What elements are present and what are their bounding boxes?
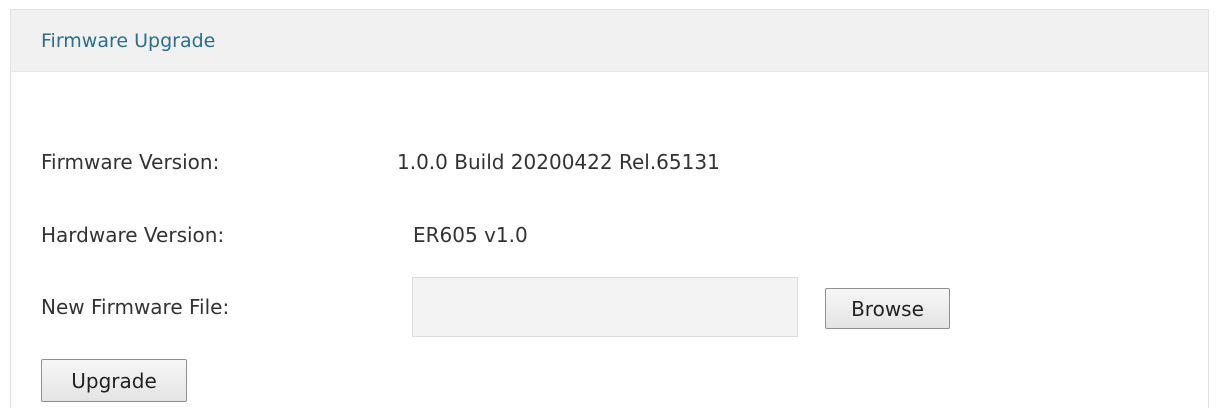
panel-header: Firmware Upgrade — [11, 10, 1208, 72]
hardware-version-value: ER605 v1.0 — [413, 223, 528, 247]
new-firmware-file-label: New Firmware File: — [41, 295, 230, 319]
upgrade-button[interactable]: Upgrade — [41, 359, 187, 402]
firmware-file-input[interactable] — [412, 277, 798, 337]
firmware-upgrade-panel: Firmware Upgrade Firmware Version: 1.0.0… — [10, 9, 1209, 408]
browse-button[interactable]: Browse — [825, 288, 950, 329]
firmware-version-value: 1.0.0 Build 20200422 Rel.65131 — [397, 150, 720, 174]
hardware-version-label: Hardware Version: — [41, 223, 225, 247]
firmware-version-label: Firmware Version: — [41, 150, 220, 174]
panel-title: Firmware Upgrade — [41, 30, 216, 52]
